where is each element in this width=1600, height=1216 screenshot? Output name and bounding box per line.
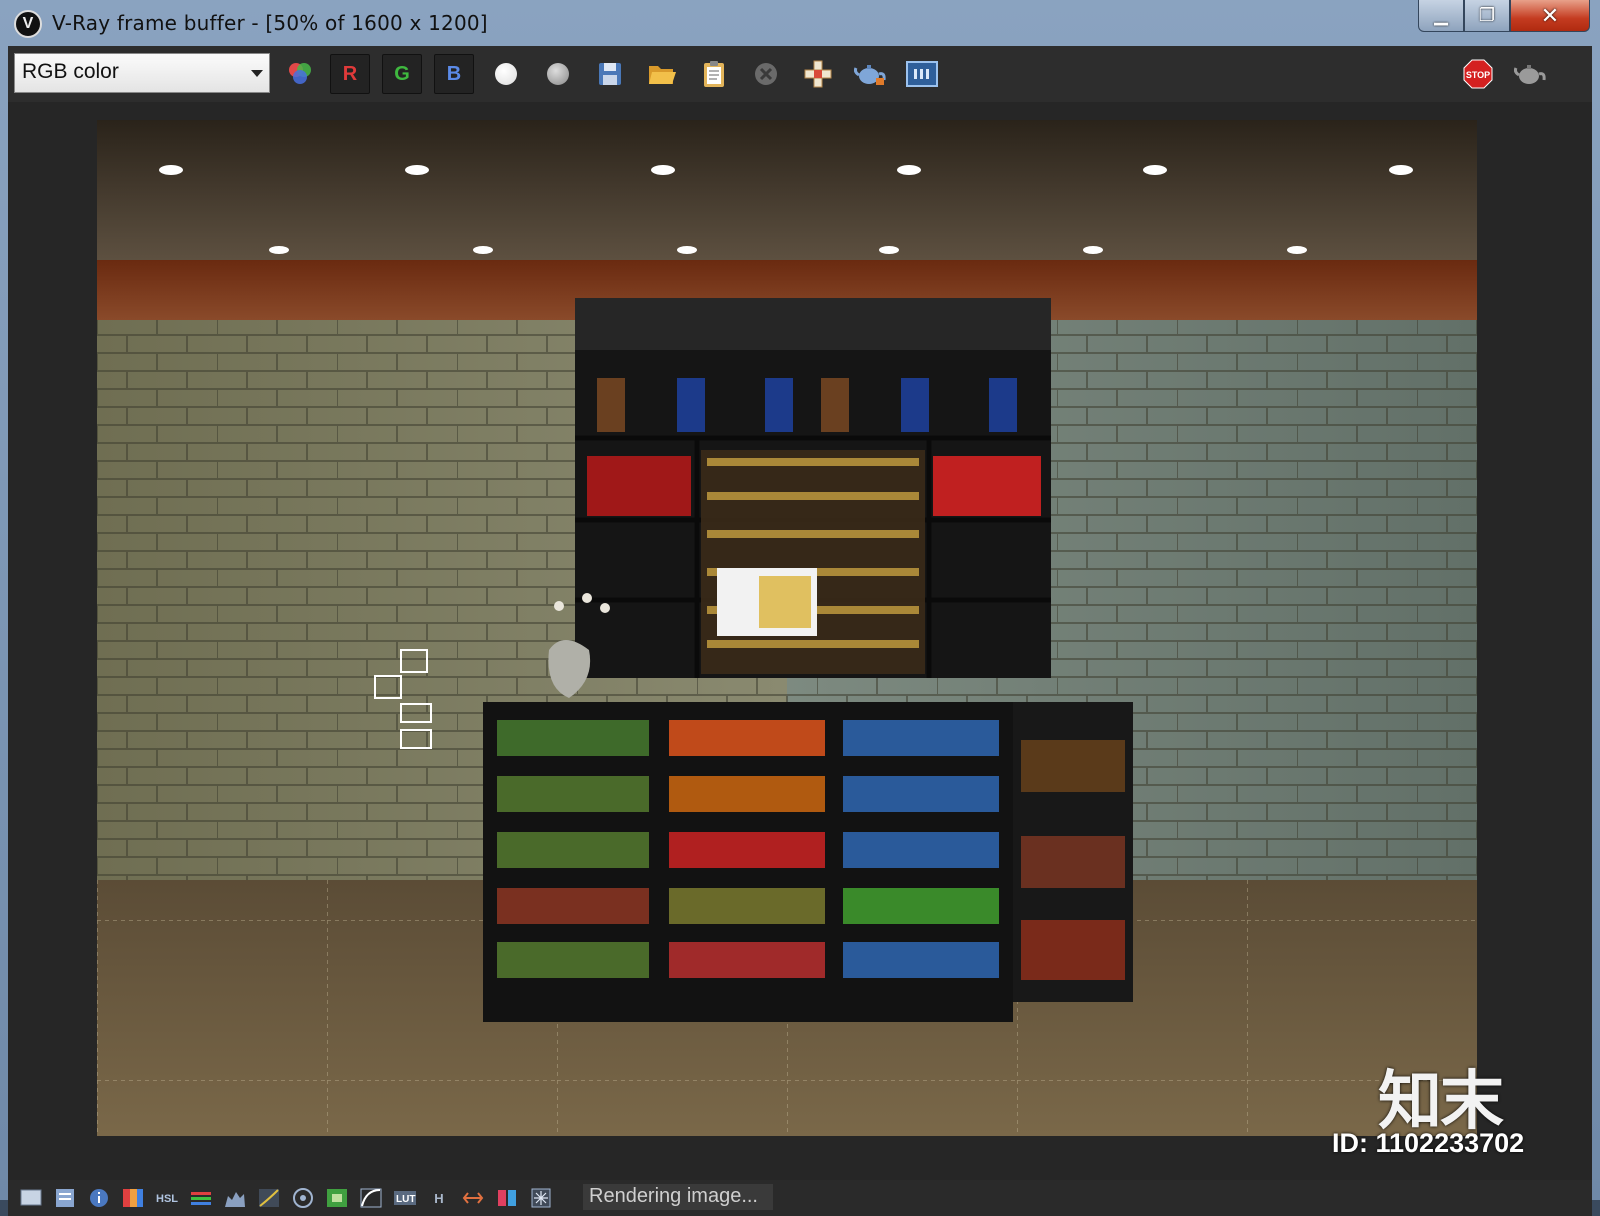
color-correction-icon[interactable]	[120, 1186, 146, 1210]
hdr-h-icon[interactable]: H	[426, 1186, 452, 1210]
stop-icon[interactable]: STOP	[1458, 54, 1498, 94]
display-icon[interactable]	[18, 1186, 44, 1210]
lut-icon[interactable]: LUT	[392, 1186, 418, 1210]
vray-frame-buffer-window: V V-Ray frame buffer - [50% of 1600 x 12…	[0, 0, 1600, 1216]
close-button[interactable]: ✕	[1510, 0, 1590, 32]
minimize-button[interactable]: ▁	[1418, 0, 1464, 32]
levels-icon[interactable]	[188, 1186, 214, 1210]
title-bar[interactable]: V V-Ray frame buffer - [50% of 1600 x 12…	[0, 0, 1600, 46]
compare-icon[interactable]	[460, 1186, 486, 1210]
histogram-icon[interactable]	[222, 1186, 248, 1210]
channel-select[interactable]: RGB color	[14, 53, 270, 93]
exposure-icon[interactable]	[290, 1186, 316, 1210]
info-icon[interactable]	[86, 1186, 112, 1210]
render-viewport[interactable]	[8, 102, 1592, 1182]
green-channel-button[interactable]: G	[382, 54, 422, 94]
color-wheel-icon[interactable]	[280, 54, 320, 94]
lens-effects-icon[interactable]	[528, 1186, 554, 1210]
teapot-render-icon[interactable]	[850, 54, 890, 94]
vray-logo-icon: V	[14, 10, 42, 38]
save-icon[interactable]	[590, 54, 630, 94]
curve-graph-icon[interactable]	[358, 1186, 384, 1210]
background-icon[interactable]	[324, 1186, 350, 1210]
red-channel-button[interactable]: R	[330, 54, 370, 94]
svg-text:HSL: HSL	[156, 1193, 178, 1205]
maximize-button[interactable]: ❐	[1464, 0, 1510, 32]
channel-select-value: RGB color	[22, 60, 119, 83]
render-elements-icon[interactable]	[52, 1186, 78, 1210]
rendered-image	[97, 120, 1477, 1136]
clear-icon[interactable]	[746, 54, 786, 94]
clipboard-icon[interactable]	[694, 54, 734, 94]
hsl-icon[interactable]: HSL	[154, 1186, 180, 1210]
gray-circle-icon[interactable]	[538, 54, 578, 94]
history-icon[interactable]	[902, 54, 942, 94]
white-circle-icon[interactable]	[486, 54, 526, 94]
watermark-id: ID: 1102233702	[1332, 1128, 1525, 1158]
svg-text:STOP: STOP	[1466, 70, 1490, 80]
chevron-down-icon	[251, 70, 263, 77]
curves-icon[interactable]	[256, 1186, 282, 1210]
region-render-icon[interactable]	[798, 54, 838, 94]
blue-channel-button[interactable]: B	[434, 54, 474, 94]
ab-compare-icon[interactable]	[494, 1186, 520, 1210]
status-bar: HSL LUT H Rendering image...	[8, 1180, 1592, 1216]
status-text: Rendering image...	[583, 1184, 773, 1210]
window-title: V-Ray frame buffer - [50% of 1600 x 1200…	[52, 11, 488, 35]
teapot-icon[interactable]	[1510, 54, 1550, 94]
open-folder-icon[interactable]	[642, 54, 682, 94]
frame-buffer-client: RGB color R G B STOP HSL LUT H Rendering…	[8, 46, 1592, 1216]
toolbar: RGB color R G B STOP	[8, 46, 1592, 103]
